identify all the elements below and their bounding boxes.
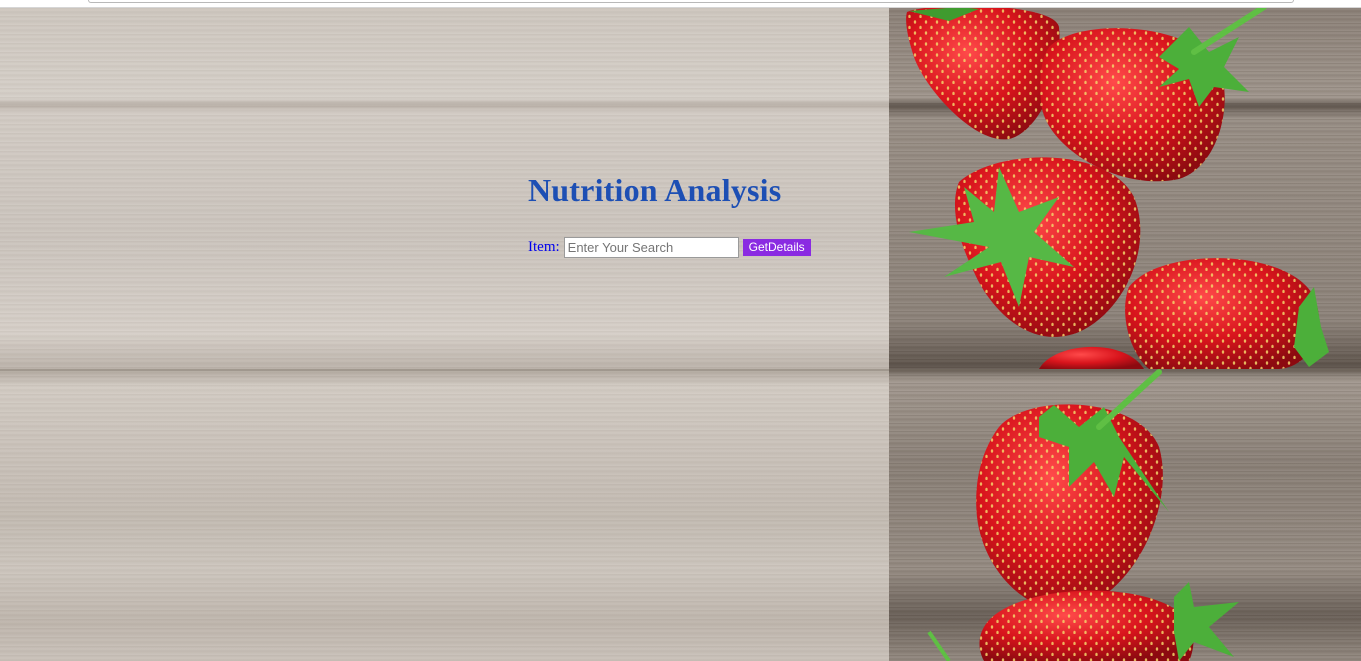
- strawberry-7: [927, 582, 1239, 661]
- strawberry-1: [906, 7, 1060, 140]
- page-title: Nutrition Analysis: [528, 172, 782, 208]
- search-row: Item: GetDetails: [528, 237, 811, 258]
- strawberry-6: [976, 369, 1169, 611]
- strawberry-3: [909, 157, 1141, 337]
- strawberry-2: [1040, 7, 1267, 182]
- get-details-button[interactable]: GetDetails: [742, 239, 811, 256]
- nutrition-search-form: Nutrition Analysis Item: GetDetails: [528, 170, 828, 258]
- strawberries-image: [906, 7, 1329, 661]
- browser-chrome-edge: [0, 0, 1361, 8]
- strawberry-5: [1039, 346, 1144, 369]
- strawberry-4: [1125, 258, 1329, 369]
- item-search-input[interactable]: [563, 237, 739, 258]
- item-label: Item:: [528, 239, 560, 255]
- address-bar-edge: [88, 0, 1294, 3]
